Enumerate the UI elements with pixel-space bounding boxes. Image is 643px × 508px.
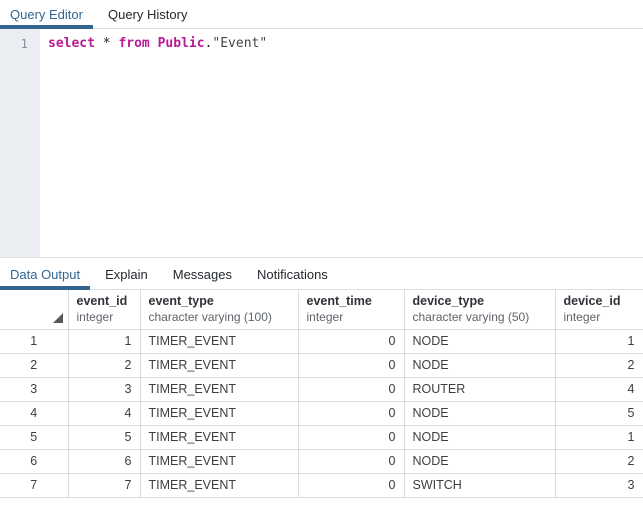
cell-event_type[interactable]: TIMER_EVENT — [140, 401, 298, 425]
tab-query-editor[interactable]: Query Editor — [0, 0, 93, 28]
line-number-gutter: 1 — [0, 29, 40, 257]
row-number[interactable]: 6 — [0, 449, 68, 473]
sql-token-plain — [150, 36, 158, 51]
cell-device_id[interactable]: 2 — [555, 353, 643, 377]
column-header-event_id[interactable]: event_id integer — [68, 290, 140, 329]
editor-tabbar: Query Editor Query History — [0, 0, 643, 29]
cell-device_type[interactable]: NODE — [404, 329, 555, 353]
column-header-event_type[interactable]: event_type character varying (100) — [140, 290, 298, 329]
cell-event_type[interactable]: TIMER_EVENT — [140, 377, 298, 401]
cell-event_type[interactable]: TIMER_EVENT — [140, 353, 298, 377]
cell-device_type[interactable]: NODE — [404, 425, 555, 449]
cell-event_type[interactable]: TIMER_EVENT — [140, 473, 298, 497]
tab-notifications[interactable]: Notifications — [247, 259, 338, 289]
table-row: 55TIMER_EVENT0NODE1 — [0, 425, 643, 449]
output-tabbar: Data Output Explain Messages Notificatio… — [0, 259, 643, 290]
cell-event_id[interactable]: 4 — [68, 401, 140, 425]
sql-token-plain: * — [95, 36, 118, 51]
table-row: 33TIMER_EVENT0ROUTER4 — [0, 377, 643, 401]
sql-token-keyword: select — [48, 36, 95, 51]
cell-device_id[interactable]: 2 — [555, 449, 643, 473]
sql-line: select * from Public."Event" — [48, 35, 643, 53]
tab-explain[interactable]: Explain — [95, 259, 158, 289]
tab-query-history[interactable]: Query History — [98, 0, 197, 28]
select-all-header[interactable] — [0, 290, 68, 329]
corner-triangle-icon — [53, 313, 63, 323]
cell-event_type[interactable]: TIMER_EVENT — [140, 329, 298, 353]
cell-event_time[interactable]: 0 — [298, 449, 404, 473]
cell-event_time[interactable]: 0 — [298, 473, 404, 497]
cell-event_type[interactable]: TIMER_EVENT — [140, 425, 298, 449]
row-number[interactable]: 2 — [0, 353, 68, 377]
data-output-grid: event_id integer event_type character va… — [0, 290, 643, 498]
row-number[interactable]: 1 — [0, 329, 68, 353]
sql-editor[interactable]: 1 select * from Public."Event" — [0, 29, 643, 258]
cell-device_type[interactable]: NODE — [404, 353, 555, 377]
row-number[interactable]: 5 — [0, 425, 68, 449]
cell-device_type[interactable]: ROUTER — [404, 377, 555, 401]
cell-device_type[interactable]: SWITCH — [404, 473, 555, 497]
cell-device_id[interactable]: 4 — [555, 377, 643, 401]
sql-token-keyword: Public — [158, 36, 205, 51]
sql-token-keyword: from — [118, 36, 149, 51]
table-row: 77TIMER_EVENT0SWITCH3 — [0, 473, 643, 497]
cell-event_type[interactable]: TIMER_EVENT — [140, 449, 298, 473]
cell-event_id[interactable]: 7 — [68, 473, 140, 497]
column-header-device_id[interactable]: device_id integer — [555, 290, 643, 329]
column-header-event_time[interactable]: event_time integer — [298, 290, 404, 329]
tab-data-output[interactable]: Data Output — [0, 259, 90, 289]
cell-event_id[interactable]: 6 — [68, 449, 140, 473]
table-row: 66TIMER_EVENT0NODE2 — [0, 449, 643, 473]
line-number: 1 — [0, 35, 40, 53]
cell-device_type[interactable]: NODE — [404, 401, 555, 425]
row-number[interactable]: 4 — [0, 401, 68, 425]
cell-event_id[interactable]: 3 — [68, 377, 140, 401]
cell-device_id[interactable]: 3 — [555, 473, 643, 497]
cell-device_type[interactable]: NODE — [404, 449, 555, 473]
cell-event_id[interactable]: 1 — [68, 329, 140, 353]
table-row: 44TIMER_EVENT0NODE5 — [0, 401, 643, 425]
table-row: 11TIMER_EVENT0NODE1 — [0, 329, 643, 353]
column-header-device_type[interactable]: device_type character varying (50) — [404, 290, 555, 329]
sql-token-identifier: "Event" — [212, 36, 267, 51]
cell-device_id[interactable]: 1 — [555, 329, 643, 353]
cell-event_time[interactable]: 0 — [298, 425, 404, 449]
row-number[interactable]: 3 — [0, 377, 68, 401]
cell-device_id[interactable]: 1 — [555, 425, 643, 449]
row-number[interactable]: 7 — [0, 473, 68, 497]
cell-event_time[interactable]: 0 — [298, 377, 404, 401]
cell-event_time[interactable]: 0 — [298, 353, 404, 377]
tab-messages[interactable]: Messages — [163, 259, 242, 289]
cell-event_time[interactable]: 0 — [298, 329, 404, 353]
table-row: 22TIMER_EVENT0NODE2 — [0, 353, 643, 377]
cell-device_id[interactable]: 5 — [555, 401, 643, 425]
grid-header-row: event_id integer event_type character va… — [0, 290, 643, 329]
cell-event_time[interactable]: 0 — [298, 401, 404, 425]
cell-event_id[interactable]: 5 — [68, 425, 140, 449]
sql-code-area[interactable]: select * from Public."Event" — [40, 29, 643, 257]
cell-event_id[interactable]: 2 — [68, 353, 140, 377]
